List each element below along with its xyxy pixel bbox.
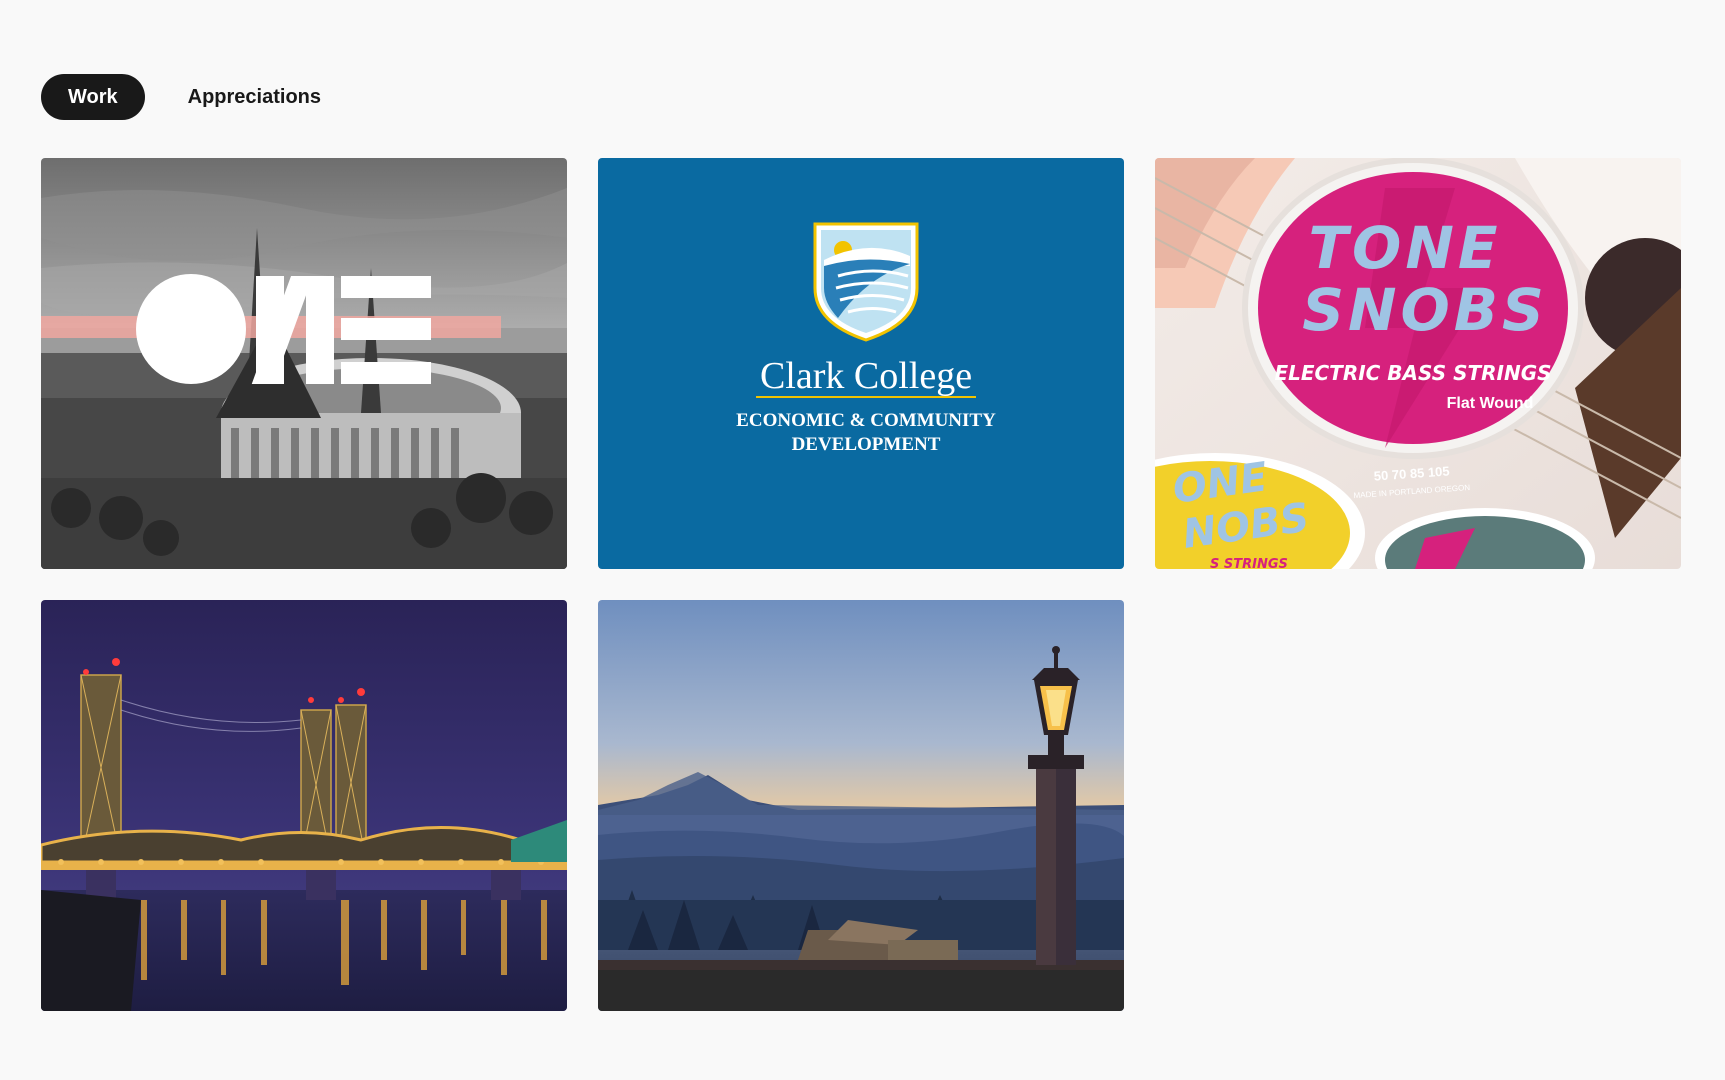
- clark-college-subtitle-line1: ECONOMIC & COMMUNITY: [736, 410, 996, 431]
- clark-college-thumbnail: Clark College ECONOMIC & COMMUNITY DEVEL…: [598, 158, 1124, 569]
- tone-snobs-brand-line1: TONE: [1308, 214, 1501, 282]
- tab-appreciations[interactable]: Appreciations: [161, 74, 348, 120]
- project-card-clark-college[interactable]: Clark College ECONOMIC & COMMUNITY DEVEL…: [598, 158, 1124, 569]
- project-card-tone-snobs[interactable]: TONE SNOBS ELECTRIC BASS STRINGS Flat Wo…: [1155, 158, 1681, 569]
- tone-snobs-variant: Flat Wound: [1447, 395, 1534, 412]
- convention-center-thumbnail: [41, 158, 567, 569]
- mount-hood-thumbnail: [598, 600, 1124, 1011]
- project-grid: Clark College ECONOMIC & COMMUNITY DEVEL…: [41, 158, 1681, 1011]
- project-card-interstate-bridge[interactable]: [41, 600, 567, 1011]
- interstate-bridge-thumbnail: [41, 600, 567, 1011]
- tone-snobs-brand-line2: SNOBS: [1302, 276, 1548, 344]
- tone-snobs-bottom-product: S STRINGS: [1210, 557, 1288, 569]
- tab-work[interactable]: Work: [41, 74, 145, 120]
- project-card-convention-center[interactable]: [41, 158, 567, 569]
- project-card-mount-hood[interactable]: [598, 600, 1124, 1011]
- clark-college-shield-icon: [813, 222, 919, 342]
- tone-snobs-product: ELECTRIC BASS STRINGS: [1274, 361, 1551, 385]
- clark-college-title: Clark College: [760, 355, 972, 397]
- profile-tabs: Work Appreciations: [41, 74, 348, 120]
- clark-college-subtitle-line2: DEVELOPMENT: [792, 434, 941, 455]
- clark-college-divider: [756, 396, 976, 398]
- tone-snobs-thumbnail: TONE SNOBS ELECTRIC BASS STRINGS Flat Wo…: [1155, 158, 1681, 569]
